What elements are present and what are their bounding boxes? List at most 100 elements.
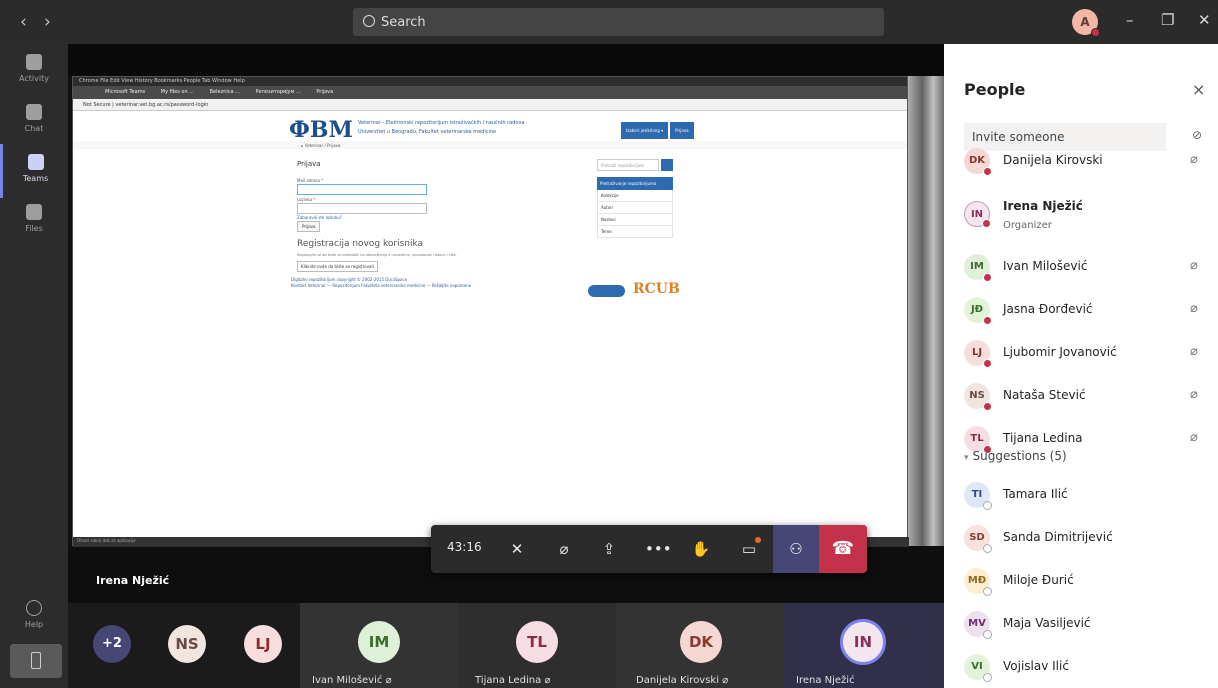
password-label: Lozinka * [297,197,316,202]
participant-name: Danijela Kirovski [1003,153,1103,167]
participant-name: Ljubomir Jovanović [1003,345,1117,359]
participant-name: Jasna Đorđević [1003,302,1093,316]
close-panel-button[interactable]: × [1192,80,1205,99]
avatar-initials: NS [969,390,985,401]
people-icon[interactable]: ⚇ [773,525,819,573]
participant-avatar: NS [964,383,992,411]
site-breadcrumb: ⌂ Veterinar / Prijava [73,141,907,149]
offline-status-dot [983,630,992,639]
app-rail: Activity Chat Teams Files Help [0,44,68,688]
raise-hand-icon[interactable]: ✋ [689,537,713,561]
rail-item-help[interactable]: Help [0,590,68,644]
participant-name: Nataša Stević [1003,388,1086,402]
back-icon[interactable]: ‹ [20,12,27,32]
offline-status-dot [983,673,992,682]
forgot-password-link: Zaboravili ste lozinku? [297,215,342,220]
register-text: Registrujte se da biste se pretplatili n… [297,253,457,257]
site-search-icon [661,159,673,171]
participant-avatar: LJ [964,340,992,368]
sidebar-link: Kolekcije [597,190,673,202]
participant-item[interactable]: IM Ivan Milošević ⌀ [960,247,1218,287]
participant-item[interactable]: IN Irena Nježić Organizer [960,194,1218,234]
participant-avatar[interactable]: NS [168,625,206,663]
stage-backdrop [68,44,944,76]
rail-label: Activity [19,74,49,83]
camera-off-icon[interactable]: ✕ [505,537,529,561]
sidebar-header: Pretraživanje repozitorijuma [597,177,673,190]
tile-name-text: Danijela Kirovski [636,675,720,686]
suggestion-item[interactable]: MV Maja Vasiljević [960,604,1218,644]
maximize-button[interactable]: ❐ [1161,11,1174,29]
sidebar-link: Autori [597,202,673,214]
offline-status-dot [983,587,992,596]
sidebar-link: Naslovi [597,214,673,226]
participant-avatar: VI [964,654,992,682]
busy-status-dot [983,402,992,411]
participant-item[interactable]: DK Danijela Kirovski ⌀ [960,141,1218,181]
site-title: Veterinar - Elektronski repozitorijum is… [358,119,524,137]
participant-name: Vojislav Ilić [1003,659,1069,673]
overflow-participants-button[interactable]: +2 [93,625,131,663]
minimize-button[interactable]: – [1126,11,1134,29]
rail-item-activity[interactable]: Activity [0,44,68,98]
share-screen-icon[interactable]: ⇪ [597,537,621,561]
suggestion-item[interactable]: SD Sanda Dimitrijević [960,518,1218,558]
mic-off-icon: ⌀ [1190,258,1198,273]
tile-avatar: DK [680,621,722,663]
device-button[interactable] [10,644,62,678]
rail-item-teams[interactable]: Teams [0,144,68,198]
busy-status-dot [983,359,992,368]
footer-line: Kontakt Veterinar — Repozitorijum Fakult… [291,283,472,288]
suggestion-item[interactable]: MĐ Miloje Đurić [960,561,1218,601]
busy-status-dot [983,316,992,325]
site-title-line: Veterinar - Elektronski repozitorijum is… [358,120,525,126]
suggestion-item[interactable]: VI Vojislav Ilić [960,647,1218,687]
share-link-icon[interactable]: ⊘ [1192,128,1202,142]
suggestion-item[interactable]: TI Tamara Ilić [960,475,1218,515]
avatar-initials: LJ [971,347,983,358]
participant-name: Ivan Milošević [1003,259,1088,273]
participant-item[interactable]: JĐ Jasna Đorđević ⌀ [960,290,1218,330]
hang-up-icon[interactable]: ☎ [819,525,867,573]
mic-off-icon[interactable]: ⌀ [552,537,576,561]
search-placeholder: Search [381,15,426,30]
partner-badge [588,285,625,297]
participant-tile[interactable]: IN Irena Nježić [784,603,944,688]
avatar-initials: IN [970,209,984,220]
rail-item-chat[interactable]: Chat [0,94,68,148]
participant-avatar: DK [964,148,992,176]
site-title-line: Univerzitet u Beogradu, Fakultet veterin… [358,129,497,135]
participant-tile[interactable]: IM Ivan Milošević ⌀ [300,603,458,688]
people-panel: People × Invite someone ⊘ DK Danijela Kir… [944,44,1218,688]
tile-name-text: Tijana Ledina [475,675,542,686]
participant-avatar: TI [964,482,992,510]
suggestions-header[interactable]: ▾ Suggestions (5) [964,449,1067,463]
mic-off-icon: ⌀ [1190,152,1198,167]
account-avatar[interactable]: A [1072,9,1100,37]
avatar-initials: SD [969,532,985,543]
meeting-controls: 43:16 ✕ ⌀ ⇪ ••• ✋ ▭ ⚇ ☎ [431,525,867,573]
participant-avatar[interactable]: LJ [244,625,282,663]
forward-icon[interactable]: › [44,12,51,32]
participant-tile[interactable]: DK Danijela Kirovski ⌀ [616,603,784,688]
tile-name: Danijela Kirovski ⌀ [636,675,728,686]
search-input[interactable]: Search [353,8,884,36]
participant-item[interactable]: NS Nataša Stević ⌀ [960,376,1218,416]
participant-tile[interactable]: TL Tijana Ledina ⌀ [458,603,616,688]
tile-name-text: Irena Nježić [796,675,855,686]
more-options-button[interactable]: ••• [645,537,672,561]
busy-status-dot [983,273,992,282]
rail-label: Teams [22,174,49,183]
mic-off-icon: ⌀ [1190,387,1198,402]
chat-icon [26,104,42,120]
rcub-logo: RCUB [633,281,680,297]
account-initial: A [1080,15,1090,29]
rail-item-files[interactable]: Files [0,194,68,248]
mic-off-icon: ⌀ [1190,430,1198,445]
participant-item[interactable]: LJ Ljubomir Jovanović ⌀ [960,333,1218,373]
mic-off-icon: ⌀ [722,675,729,686]
close-window-button[interactable]: ✕ [1198,11,1211,29]
sidebar-link: Teme [597,226,673,238]
rail-label: Help [24,620,44,629]
tile-name: Irena Nježić [796,675,855,686]
